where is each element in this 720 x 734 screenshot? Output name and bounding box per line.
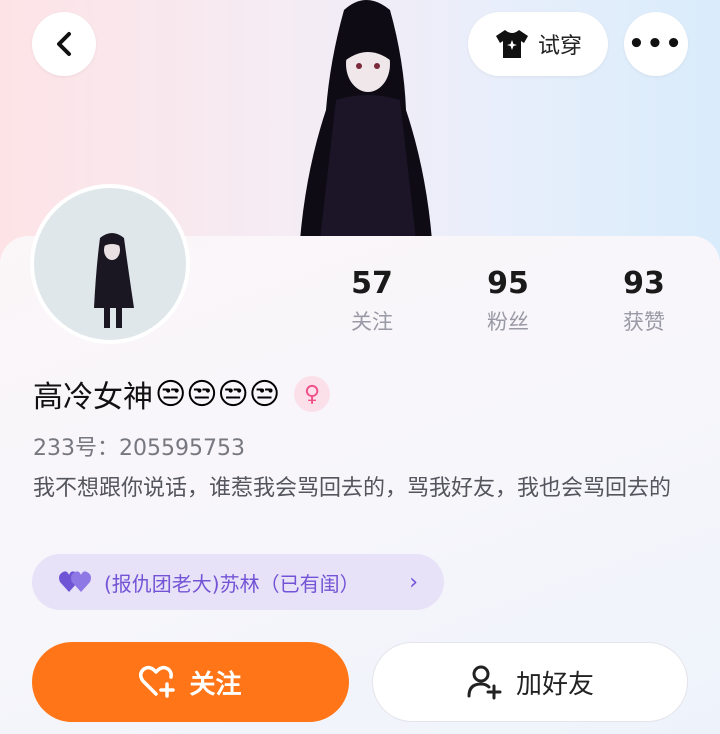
try-on-label: 试穿 — [537, 34, 582, 59]
avatar-image — [34, 188, 186, 340]
add-friend-label: 加好友 — [515, 669, 594, 700]
female-gender-icon: ♀ — [294, 376, 331, 412]
follow-label: 关注 — [189, 669, 242, 700]
user-bio: 我不想跟你说话，谁惹我会骂回去的，骂我好友，我也会骂回去的 — [33, 476, 672, 501]
stat-likes[interactable]: 93 获赞 — [594, 262, 694, 338]
name-emojis: 😒😒😒😒 — [155, 376, 281, 412]
user-id: 233号：205595753 — [33, 436, 245, 461]
user-name: 高冷女神 — [33, 380, 153, 415]
character-figure — [300, 0, 432, 240]
heart-plus-icon — [139, 665, 176, 698]
stat-following[interactable]: 57 关注 — [322, 262, 422, 338]
add-friend-button[interactable]: 加好友 — [372, 642, 688, 722]
stat-likes-label: 获赞 — [623, 310, 665, 334]
more-button[interactable]: ••• — [624, 12, 688, 76]
relation-tag[interactable]: (报仇团老大)苏林（已有闺） › — [32, 554, 444, 610]
chevron-right-icon: › — [409, 569, 418, 595]
stat-likes-count: 93 — [623, 266, 665, 301]
relation-text: (报仇团老大)苏林（已有闺） — [104, 571, 360, 596]
double-heart-icon — [59, 571, 91, 592]
chevron-left-icon — [57, 32, 71, 56]
name-row: 高冷女神 😒😒😒😒 ♀ — [33, 372, 331, 416]
more-dots-icon: ••• — [628, 29, 684, 59]
stat-following-label: 关注 — [351, 310, 393, 334]
stat-fans[interactable]: 95 粉丝 — [458, 262, 558, 338]
stat-fans-label: 粉丝 — [487, 310, 529, 334]
back-button[interactable] — [32, 12, 96, 76]
stat-following-count: 57 — [351, 266, 393, 301]
tshirt-icon — [495, 30, 528, 58]
avatar[interactable] — [30, 184, 190, 344]
stat-fans-count: 95 — [487, 266, 529, 301]
try-on-button[interactable]: 试穿 — [468, 12, 608, 76]
add-user-icon — [467, 665, 502, 700]
follow-button[interactable]: 关注 — [32, 642, 349, 722]
